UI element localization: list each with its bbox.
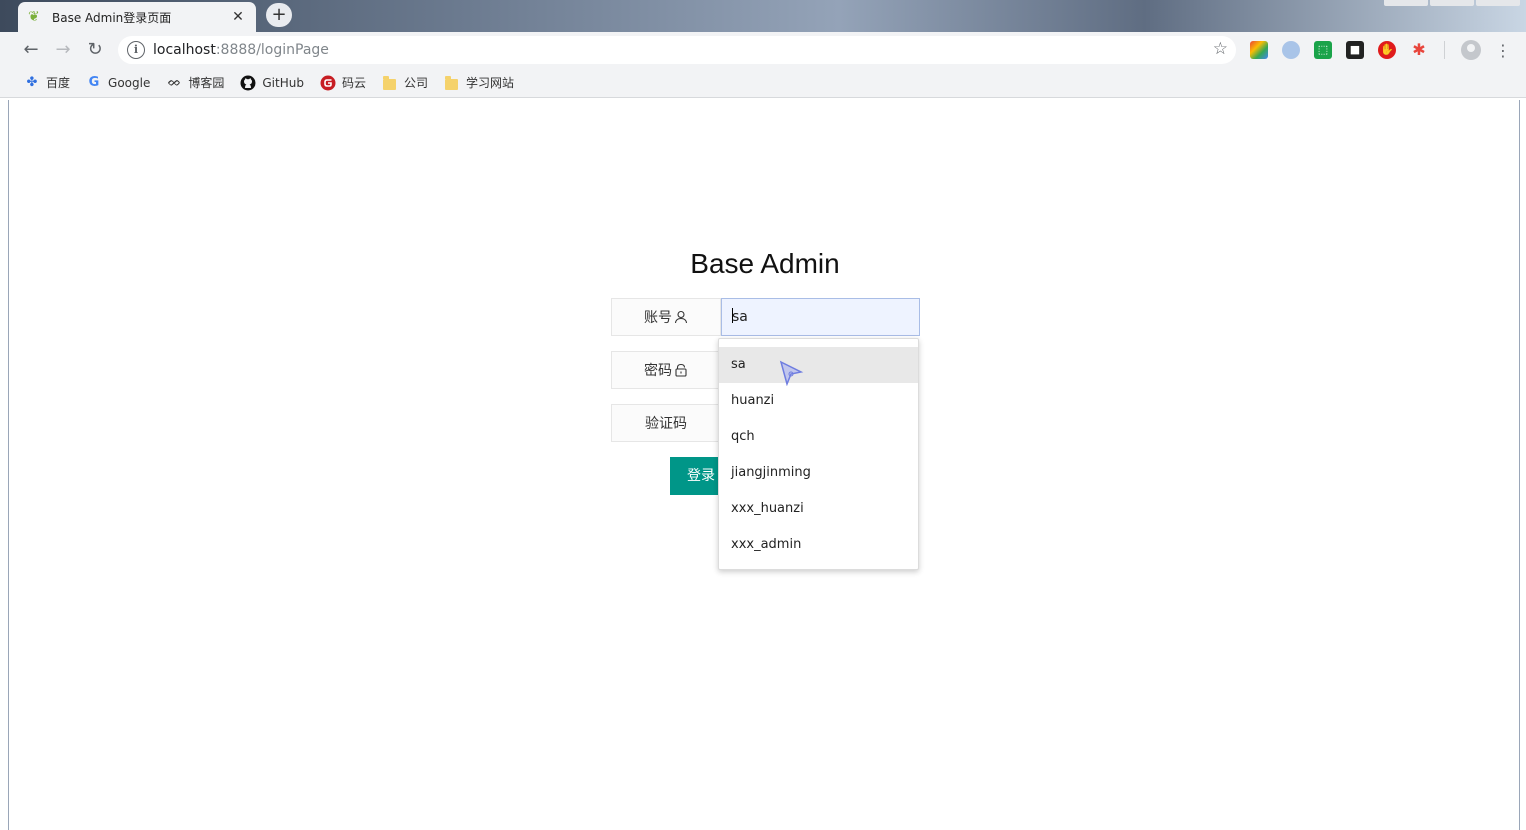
folder-icon <box>444 75 460 91</box>
extension-colorful-icon[interactable] <box>1250 41 1268 59</box>
extension-globe-icon[interactable] <box>1282 41 1300 59</box>
account-label-text: 账号 <box>644 310 672 326</box>
close-tab-icon[interactable]: ✕ <box>230 9 246 25</box>
new-tab-button[interactable]: + <box>266 3 292 27</box>
account-input-value: sa <box>732 309 748 325</box>
autocomplete-dropdown: sa huanzi qch jiangjinming xxx_huanzi xx… <box>718 338 919 570</box>
bookmark-label: 学习网站 <box>465 76 514 90</box>
baidu-paw-icon: ✤ <box>26 74 38 90</box>
folder-icon <box>382 75 398 91</box>
back-arrow-icon[interactable]: ← <box>18 37 44 63</box>
window-controls <box>1384 0 1520 8</box>
autocomplete-option[interactable]: huanzi <box>719 383 918 419</box>
user-icon <box>674 310 688 324</box>
bookmark-gitee[interactable]: 码云 <box>320 74 366 91</box>
account-label: 账号 <box>611 298 721 336</box>
autocomplete-option[interactable]: xxx_admin <box>719 527 918 563</box>
password-label-text: 密码 <box>644 363 672 379</box>
bookmark-folder-company[interactable]: 公司 <box>382 74 428 91</box>
google-g-icon: G <box>88 74 100 90</box>
captcha-label: 验证码 <box>611 404 721 442</box>
reload-icon[interactable]: ↻ <box>82 37 108 63</box>
spring-leaf-icon: ❦ <box>28 9 40 25</box>
tab-title: Base Admin登录页面 <box>52 10 172 25</box>
cnblogs-icon: ᨖ <box>167 74 182 90</box>
bookmark-github[interactable]: GitHub <box>240 75 304 91</box>
profile-avatar-icon[interactable] <box>1461 40 1481 60</box>
bookmark-label: 百度 <box>46 76 71 90</box>
bookmark-baidu[interactable]: ✤ 百度 <box>24 74 70 91</box>
mouse-cursor-icon <box>779 360 804 386</box>
autocomplete-option[interactable]: xxx_huanzi <box>719 491 918 527</box>
extension-dark-icon[interactable]: ■ <box>1346 41 1364 59</box>
bookmarks-bar: ✤ 百度 G Google ᨖ 博客园 GitHub 码云 公司 学习网站 <box>0 68 1526 98</box>
lock-icon <box>675 363 687 377</box>
page-title: Base Admin <box>690 248 840 279</box>
browser-tab-strip: ❦ Base Admin登录页面 ✕ + <box>0 0 1526 32</box>
bookmark-label: 公司 <box>403 76 428 90</box>
extension-star-icon[interactable]: ✱ <box>1410 41 1428 59</box>
page-content: Base Admin 账号 sa 密码 验证码 登录 sa huanzi qch… <box>8 100 1520 830</box>
minimize-button[interactable] <box>1384 0 1428 6</box>
password-label: 密码 <box>611 351 721 389</box>
address-url[interactable]: localhost:8888/loginPage <box>153 42 329 58</box>
forward-arrow-icon[interactable]: → <box>50 37 76 63</box>
github-icon <box>240 75 256 91</box>
address-bar[interactable]: i localhost:8888/loginPage ☆ <box>118 36 1236 64</box>
extension-shield-icon[interactable]: ⬚ <box>1314 41 1332 59</box>
toolbar-separator <box>1444 41 1445 59</box>
bookmark-label: 码云 <box>341 76 366 90</box>
bookmark-star-icon[interactable]: ☆ <box>1213 39 1228 59</box>
bookmark-folder-study[interactable]: 学习网站 <box>444 74 514 91</box>
autocomplete-option[interactable]: sa <box>719 347 918 383</box>
extension-icons: ⬚ ■ ✋ ✱ ⋮ <box>1250 40 1511 60</box>
browser-toolbar: ← → ↻ i localhost:8888/loginPage ☆ ⬚ ■ ✋… <box>0 32 1526 68</box>
bookmark-cnblogs[interactable]: ᨖ 博客园 <box>166 74 224 91</box>
bookmark-label: GitHub <box>262 75 304 90</box>
menu-dots-icon[interactable]: ⋮ <box>1495 41 1511 60</box>
close-window-button[interactable] <box>1476 0 1520 6</box>
browser-tab[interactable]: ❦ Base Admin登录页面 ✕ <box>18 2 256 32</box>
maximize-button[interactable] <box>1430 0 1474 6</box>
bookmark-google[interactable]: G Google <box>86 74 151 91</box>
extension-stop-icon[interactable]: ✋ <box>1378 41 1396 59</box>
bookmark-label: 博客园 <box>188 76 225 90</box>
gitee-icon <box>320 75 336 91</box>
account-input[interactable]: sa <box>721 298 920 336</box>
autocomplete-option[interactable]: jiangjinming <box>719 455 918 491</box>
autocomplete-option[interactable]: qch <box>719 419 918 455</box>
info-icon[interactable]: i <box>127 41 145 59</box>
bookmark-label: Google <box>108 75 151 90</box>
captcha-label-text: 验证码 <box>645 416 687 432</box>
